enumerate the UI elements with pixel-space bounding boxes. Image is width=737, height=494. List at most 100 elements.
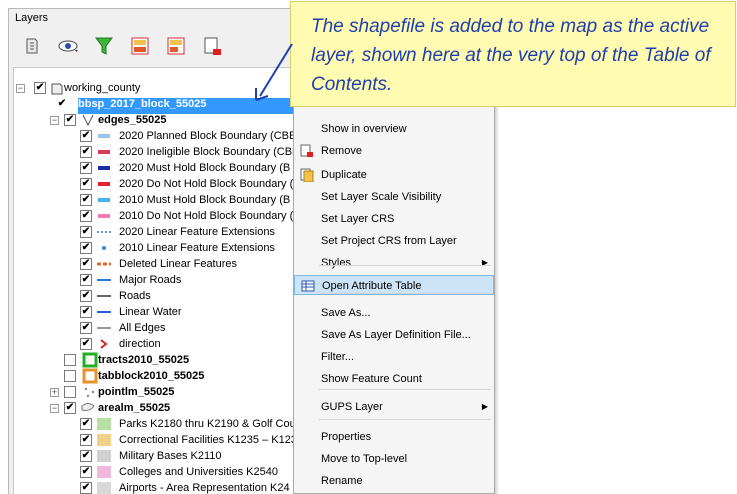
layer-row[interactable]: ✔ Deleted Linear Features	[14, 256, 299, 272]
polygon-outline-icon	[82, 368, 98, 384]
menu-separator	[319, 293, 491, 294]
menu-item[interactable]: Save As...	[294, 303, 494, 323]
layer-row[interactable]: + pointlm_55025	[14, 384, 299, 400]
layer-checkbox[interactable]: ✔	[56, 98, 68, 110]
layer-label: Major Roads	[119, 274, 182, 286]
layer-row[interactable]: ✔ Military Bases K2110	[14, 448, 299, 464]
menu-item-label: Save As Layer Definition File...	[321, 329, 471, 341]
layer-row[interactable]: ✔ 2020 Ineligible Block Boundary (CBE	[14, 144, 299, 160]
dotted-line-icon	[97, 231, 111, 233]
layer-checkbox[interactable]: ✔	[80, 162, 92, 174]
layer-checkbox[interactable]	[64, 386, 76, 398]
layer-checkbox[interactable]: ✔	[80, 210, 92, 222]
layer-label: Linear Water	[119, 306, 182, 318]
layer-row[interactable]: ✔ Linear Water	[14, 304, 299, 320]
layer-row[interactable]: ✔ Roads	[14, 288, 299, 304]
menu-item[interactable]: Styles ▶	[294, 253, 494, 273]
duplicate-icon	[300, 168, 314, 182]
layer-checkbox[interactable]	[64, 354, 76, 366]
layer-label: tabblock2010_55025	[98, 370, 205, 382]
expand-toggle[interactable]: +	[50, 388, 59, 397]
layer-checkbox[interactable]: ✔	[80, 146, 92, 158]
menu-item[interactable]: Filter...	[294, 347, 494, 367]
layer-row[interactable]: ✔ direction	[14, 336, 299, 352]
layer-row[interactable]: ✔ 2010 Do Not Hold Block Boundary (E	[14, 208, 300, 224]
layer-checkbox[interactable]: ✔	[80, 434, 92, 446]
expand-all-icon[interactable]	[129, 35, 151, 57]
layer-checkbox[interactable]: ✔	[80, 194, 92, 206]
layer-row[interactable]: ✔ Airports - Area Representation K24	[14, 480, 299, 494]
menu-item-label: Show in overview	[321, 123, 407, 135]
polygon-outline-icon	[82, 352, 98, 368]
menu-item-label: Duplicate	[321, 169, 367, 181]
layer-checkbox[interactable]: ✔	[80, 274, 92, 286]
remove-layer-icon[interactable]	[201, 35, 223, 57]
dashed-line-icon	[97, 262, 111, 266]
layer-row[interactable]: ✔ Colleges and Universities K2540	[14, 464, 299, 480]
layer-row[interactable]: ✔ 2020 Do Not Hold Block Boundary (E	[14, 176, 299, 192]
menu-item[interactable]: Move to Top-level	[294, 449, 494, 469]
layer-checkbox[interactable]	[64, 370, 76, 382]
expand-toggle[interactable]: −	[50, 116, 59, 125]
menu-item[interactable]: Open Attribute Table	[294, 275, 494, 295]
menu-item[interactable]: GUPS Layer ▶	[294, 397, 494, 417]
layer-row[interactable]: ✔ All Edges	[14, 320, 299, 336]
line-symbol-icon	[98, 182, 110, 186]
menu-item-label: Rename	[321, 475, 363, 487]
menu-item-label: Properties	[321, 431, 372, 443]
layer-checkbox[interactable]: ✔	[80, 226, 92, 238]
layer-checkbox[interactable]: ✔	[80, 258, 92, 270]
layer-row[interactable]: ✔ Correctional Facilities K1235 – K123	[14, 432, 299, 448]
submenu-arrow-icon: ▶	[481, 402, 488, 411]
menu-item[interactable]: Set Layer Scale Visibility	[294, 187, 494, 207]
layer-row[interactable]: ✔ 2010 Linear Feature Extensions	[14, 240, 299, 256]
layer-checkbox[interactable]: ✔	[80, 322, 92, 334]
layer-label: 2010 Do Not Hold Block Boundary (E	[119, 210, 300, 222]
remove-icon	[300, 144, 313, 157]
layer-checkbox[interactable]: ✔	[80, 466, 92, 478]
layer-checkbox[interactable]: ✔	[64, 114, 76, 126]
layer-row[interactable]: − ✔ arealm_55025	[14, 400, 299, 416]
layer-row[interactable]: ✔ Major Roads	[14, 272, 299, 288]
layer-row[interactable]: ✔ 2020 Must Hold Block Boundary (B	[14, 160, 299, 176]
layer-row[interactable]: ✔ 2010 Must Hold Block Boundary (B	[14, 192, 299, 208]
line-symbol-icon	[97, 295, 111, 297]
layer-checkbox[interactable]: ✔	[80, 482, 92, 494]
menu-item[interactable]: Rename	[294, 471, 494, 491]
menu-item[interactable]: Properties	[294, 427, 494, 447]
menu-item[interactable]: Save As Layer Definition File...	[294, 325, 494, 345]
menu-item[interactable]: Show in overview	[294, 119, 494, 139]
layer-label: 2020 Must Hold Block Boundary (B	[119, 162, 291, 174]
layer-row[interactable]: ✔ 2020 Planned Block Boundary (CBE	[14, 128, 299, 144]
layer-row[interactable]: tabblock2010_55025	[14, 368, 299, 384]
eye-visibility-icon[interactable]	[57, 35, 79, 57]
layer-tree[interactable]: − ✔ working_county ✔ bbsp_2017_block_55025− ✔…	[13, 67, 299, 494]
layer-checkbox[interactable]: ✔	[64, 402, 76, 414]
layer-row[interactable]: ✔ Parks K2180 thru K2190 & Golf Cour	[14, 416, 299, 432]
menu-item[interactable]: Remove	[294, 141, 494, 161]
expand-toggle[interactable]: −	[16, 84, 25, 93]
expand-toggle[interactable]: −	[50, 404, 59, 413]
layer-checkbox[interactable]: ✔	[80, 242, 92, 254]
collapse-all-icon[interactable]	[165, 35, 187, 57]
layer-checkbox[interactable]: ✔	[80, 418, 92, 430]
layer-row[interactable]: − ✔ edges_55025	[14, 112, 299, 128]
layer-checkbox[interactable]: ✔	[34, 82, 46, 94]
filter-icon[interactable]	[93, 35, 115, 57]
line-symbol-icon	[97, 279, 111, 281]
layer-checkbox[interactable]: ✔	[80, 130, 92, 142]
layer-checkbox[interactable]: ✔	[80, 450, 92, 462]
layer-label: All Edges	[119, 322, 166, 334]
layer-checkbox[interactable]: ✔	[80, 306, 92, 318]
layer-checkbox[interactable]: ✔	[80, 290, 92, 302]
menu-item[interactable]: Duplicate	[294, 165, 494, 185]
menu-item[interactable]: Set Project CRS from Layer	[294, 231, 494, 251]
menu-item-label: Move to Top-level	[321, 453, 408, 465]
layer-checkbox[interactable]: ✔	[80, 178, 92, 190]
open-layer-icon[interactable]	[21, 35, 43, 57]
menu-item[interactable]: Set Layer CRS	[294, 209, 494, 229]
layer-row[interactable]: ✔ 2020 Linear Feature Extensions	[14, 224, 299, 240]
menu-item[interactable]: Show Feature Count	[294, 369, 494, 389]
layer-row[interactable]: tracts2010_55025	[14, 352, 299, 368]
layer-checkbox[interactable]: ✔	[80, 338, 92, 350]
